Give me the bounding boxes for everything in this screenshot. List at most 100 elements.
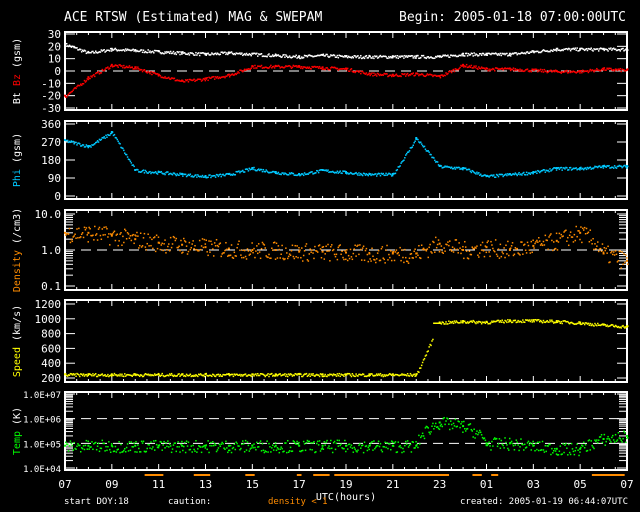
bz-point [479,67,482,70]
speed-point [454,321,457,324]
phi-sample [438,165,441,167]
phi-point [561,169,563,171]
mag-y-label: Bt Bz (gsm) [12,38,23,104]
phi-point [585,168,588,171]
bt-point [467,52,470,55]
bt-point [181,53,183,55]
bz-point [545,70,548,72]
speed-point [240,375,242,377]
density-point [84,229,87,231]
bz-sample [508,67,511,70]
density-point [372,255,374,258]
density-point [363,259,366,262]
bt-point [482,52,485,55]
density-sample [181,243,184,246]
caution-label: caution: [168,497,212,507]
temp-point [478,431,480,434]
density-point [342,256,344,259]
mag-tick-label: 30 [48,28,61,41]
temp-sample [438,421,441,424]
bz-point [137,66,139,68]
density-point [352,252,355,255]
density-point [358,253,360,256]
phi-point [164,173,166,176]
temp-point [356,451,358,453]
density-point [198,239,201,242]
phi-point [434,159,436,162]
speed-point [331,374,334,377]
temp-point [146,447,148,450]
temp-point [381,450,384,453]
bz-point [375,75,378,77]
speed-point [239,373,241,376]
speed-point [232,375,235,378]
density-point [85,227,88,229]
density-sample [157,241,160,244]
bz-sample [415,72,418,75]
density-point [377,249,380,252]
density-point [439,249,442,251]
density-point [87,241,89,243]
bt-sample [227,51,230,54]
phi-point [501,173,503,176]
density-point [599,247,602,250]
density-point [590,239,592,242]
bz-point [67,93,70,96]
speed-point [339,375,341,378]
temp-sample [157,444,160,447]
density-point [278,248,281,251]
temp-point [550,453,552,456]
temp-point [483,437,486,439]
density-point [361,247,364,249]
bt-sample [321,53,324,56]
temp-point [157,446,160,449]
bt-point [165,52,167,54]
density-point [239,249,241,252]
temp-sample [462,425,465,428]
bz-point [270,64,272,67]
density-point [160,244,163,246]
density-point [124,228,126,231]
temp-point [591,444,593,447]
temp-tick-label: 1.0E+07 [23,391,61,401]
density-point [594,243,596,245]
temp-point [352,451,355,453]
temp-sample [555,447,558,450]
phi-point [524,174,527,176]
phi-point [391,174,394,177]
bz-point [386,73,388,75]
temp-point [410,451,413,453]
phi-point [385,172,387,175]
phi-point [505,173,507,175]
density-point [369,258,371,260]
temp-point [502,444,504,447]
speed-point [92,373,94,375]
speed-point [379,372,382,375]
temp-point [323,441,326,443]
bz-point [308,66,311,68]
temp-point [439,425,442,427]
density-point [246,248,249,250]
bz-point [79,84,81,87]
temp-point [453,425,456,427]
bz-point [236,72,238,75]
bz-sample [579,70,582,72]
temp-point [244,439,247,442]
temp-point [222,442,224,445]
mag-tick-label: -30 [41,102,61,115]
bt-point [403,57,405,59]
y-label-part: (km/s) [12,305,23,347]
temp-point [308,440,311,443]
bz-point [346,67,349,70]
temp-point [319,450,322,452]
bt-sample [134,49,137,52]
speed-point [337,374,340,377]
density-point [107,236,109,238]
temp-point [68,445,71,447]
phi-point [97,141,100,143]
temp-point [309,448,311,451]
speed-point [442,321,444,324]
temp-point [296,440,298,443]
density-point [304,245,307,247]
bz-point [228,76,231,78]
